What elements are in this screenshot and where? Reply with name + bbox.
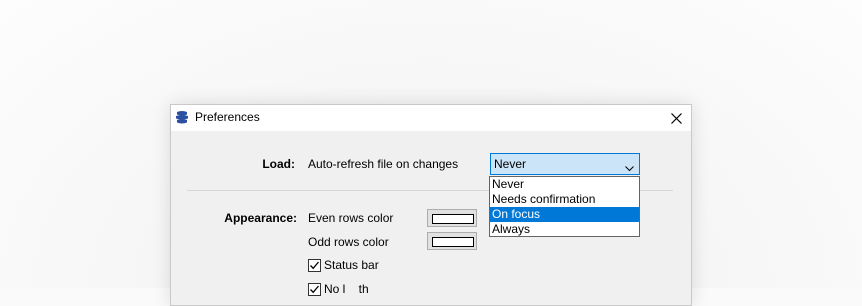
- partial-option-label: No l th: [324, 282, 369, 296]
- auto-refresh-label: Auto-refresh file on changes: [308, 157, 459, 171]
- load-section-label: Load:: [262, 157, 295, 171]
- odd-rows-color-swatch: [432, 237, 474, 247]
- even-rows-color-label: Even rows color: [308, 211, 394, 225]
- dropdown-option-always[interactable]: Always: [490, 222, 639, 237]
- chevron-down-icon: [625, 161, 634, 175]
- appearance-section-label: Appearance:: [224, 211, 297, 225]
- even-rows-color-swatch: [432, 214, 474, 224]
- dropdown-option-on-focus[interactable]: On focus: [490, 207, 639, 222]
- window-title: Preferences: [195, 110, 260, 124]
- auto-refresh-dropdown-list: Never Needs confirmation On focus Always: [489, 176, 640, 237]
- odd-rows-color-button[interactable]: [427, 232, 477, 250]
- partial-option-checkbox[interactable]: [308, 282, 321, 296]
- status-bar-label: Status bar: [324, 258, 379, 272]
- even-rows-color-button[interactable]: [427, 209, 477, 227]
- auto-refresh-selected-value: Never: [494, 157, 527, 171]
- partial-option[interactable]: No l th: [308, 282, 369, 296]
- title-bar[interactable]: Preferences: [171, 105, 691, 131]
- dropdown-option-never[interactable]: Never: [490, 177, 639, 192]
- dropdown-option-needs-confirmation[interactable]: Needs confirmation: [490, 192, 639, 207]
- close-icon: [670, 112, 682, 124]
- app-stack-icon: [175, 110, 189, 126]
- odd-rows-color-label: Odd rows color: [308, 235, 389, 249]
- status-bar-option[interactable]: Status bar: [308, 258, 379, 272]
- status-bar-checkbox[interactable]: [308, 258, 321, 272]
- close-button[interactable]: [661, 105, 691, 131]
- auto-refresh-select[interactable]: Never: [490, 153, 640, 175]
